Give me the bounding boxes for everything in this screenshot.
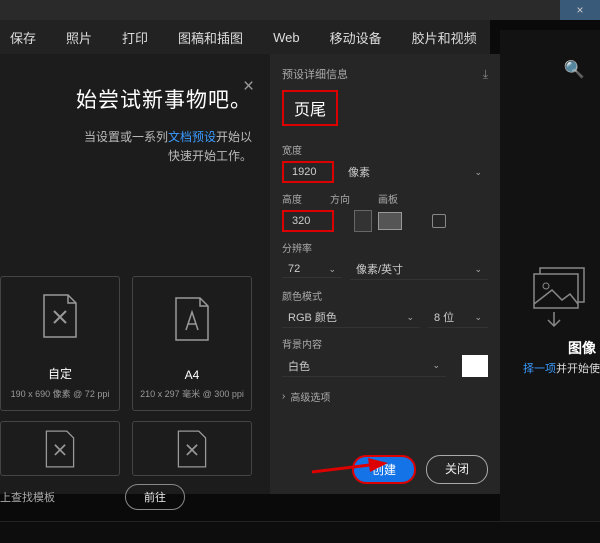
card-detail: 210 x 297 毫米 @ 300 ppi (140, 387, 244, 400)
chevron-down-icon: ⌄ (432, 360, 440, 371)
preset-card-small-2[interactable] (132, 421, 252, 476)
preset-name-field[interactable]: 页尾 (282, 90, 338, 126)
background-swatch[interactable] (462, 355, 488, 377)
bg-image-label: 图像 (568, 338, 596, 358)
doc-x-icon (175, 429, 209, 469)
preset-card-small-1[interactable] (0, 421, 120, 476)
search-icon[interactable]: 🔍 (564, 60, 585, 80)
tab-print[interactable]: 打印 (122, 28, 148, 47)
download-preset-icon[interactable]: ⤓ (483, 67, 488, 82)
preset-card-custom[interactable]: 自定 190 x 690 像素 @ 72 ppi (0, 276, 120, 411)
resolution-unit-select[interactable]: 像素/英寸 ⌄ (350, 259, 488, 280)
width-input[interactable]: 1920 (282, 161, 334, 183)
width-unit-select[interactable]: 像素 ⌄ (342, 162, 488, 182)
custom-doc-icon (38, 291, 82, 341)
resolution-input[interactable]: 72 ⌄ (282, 261, 342, 278)
chevron-down-icon: ⌄ (328, 264, 336, 275)
bg-start-hint: 择一项并开始使 (523, 360, 600, 376)
panel-header: 预设详细信息 (282, 66, 348, 82)
bg-link-action[interactable]: 择一项 (523, 363, 556, 375)
preset-details-panel: 预设详细信息 ⤓ 页尾 宽度 1920 像素 ⌄ 高度 方向 画板 320 分辨… (270, 54, 500, 494)
doc-x-icon (43, 429, 77, 469)
tab-web[interactable]: Web (273, 30, 300, 45)
hero-title: 始尝试新事物吧。 (0, 84, 252, 114)
preset-card-a4[interactable]: A4 210 x 297 毫米 @ 300 ppi (132, 276, 252, 411)
bg-images-icon (530, 260, 590, 330)
dialog-titlebar: × (0, 0, 600, 20)
background-label: 背景内容 (282, 336, 488, 351)
height-label: 高度 (282, 191, 302, 206)
preset-category-tabs: 保存 照片 打印 图稿和插图 Web 移动设备 胶片和视频 (0, 20, 490, 54)
statusbar (0, 521, 600, 543)
card-name: 自定 (48, 365, 72, 382)
tab-mobile[interactable]: 移动设备 (330, 28, 382, 47)
chevron-right-icon: › (282, 391, 285, 402)
search-templates-text: 上查找模板 (0, 489, 55, 505)
hero-close-icon[interactable]: × (243, 76, 254, 98)
create-button[interactable]: 创建 (352, 455, 416, 484)
a4-doc-icon (170, 294, 214, 344)
tab-save[interactable]: 保存 (10, 28, 36, 47)
bit-depth-select[interactable]: 8 位 ⌄ (428, 307, 488, 328)
card-name: A4 (185, 368, 200, 382)
color-mode-select[interactable]: RGB 颜色 ⌄ (282, 307, 420, 328)
tab-photo[interactable]: 照片 (66, 28, 92, 47)
orientation-landscape[interactable] (378, 212, 402, 230)
card-detail: 190 x 690 像素 @ 72 ppi (11, 387, 110, 400)
color-mode-label: 颜色模式 (282, 288, 488, 303)
orientation-label: 方向 (330, 191, 350, 206)
chevron-down-icon: ⌄ (474, 264, 482, 275)
dialog-close-x[interactable]: × (560, 0, 600, 20)
hero-subtitle: 当设置或一系列文档预设开始以 快速开始工作。 (0, 128, 252, 166)
go-button[interactable]: 前往 (125, 484, 185, 510)
artboard-checkbox[interactable] (432, 214, 446, 228)
chevron-down-icon: ⌄ (474, 312, 482, 323)
doc-preset-link[interactable]: 文档预设 (168, 130, 216, 144)
artboard-label: 画板 (378, 191, 398, 206)
tab-illustration[interactable]: 图稿和插图 (178, 28, 243, 47)
height-input[interactable]: 320 (282, 210, 334, 232)
advanced-options-toggle[interactable]: › 高级选项 (282, 389, 488, 404)
orientation-portrait[interactable] (354, 210, 372, 232)
close-button[interactable]: 关闭 (426, 455, 488, 484)
presets-area: 始尝试新事物吧。 当设置或一系列文档预设开始以 快速开始工作。 自定 190 x… (0, 54, 270, 494)
chevron-down-icon: ⌄ (406, 312, 414, 323)
tab-filmvideo[interactable]: 胶片和视频 (412, 28, 477, 47)
width-label: 宽度 (282, 142, 488, 157)
background-select[interactable]: 白色 ⌄ (282, 356, 446, 377)
chevron-down-icon: ⌄ (474, 167, 482, 178)
resolution-label: 分辨率 (282, 240, 488, 255)
